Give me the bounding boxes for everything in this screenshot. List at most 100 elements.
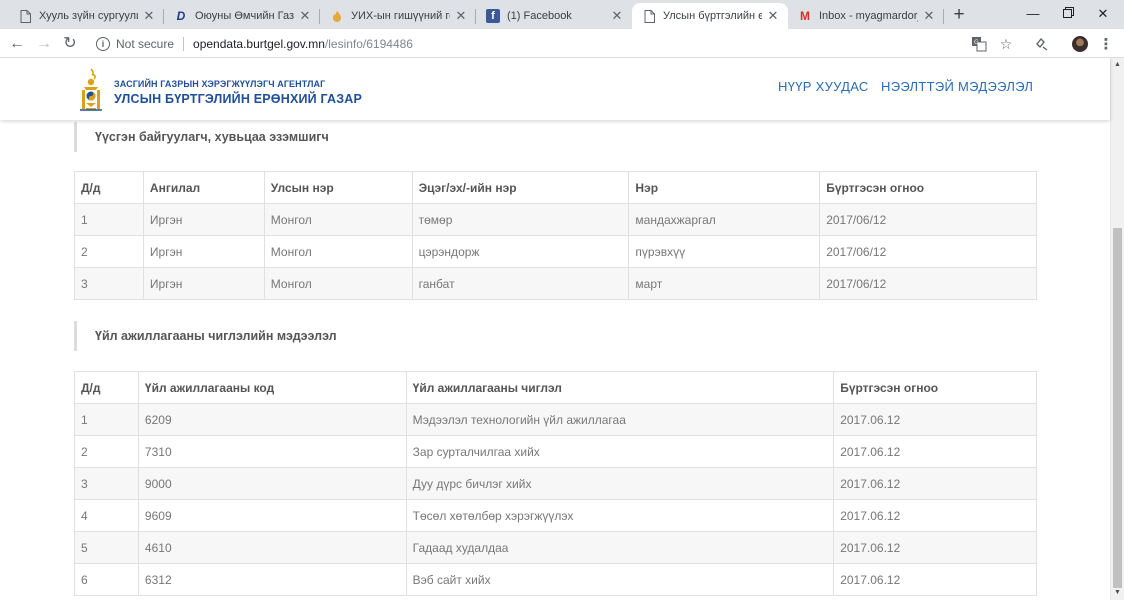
table-cell: март [628,267,821,300]
table-cell: 9000 [137,467,407,500]
browser-tab[interactable]: f (1) Facebook ✕ [476,3,632,29]
table-header-row: Д/д Ангилал Улсын нэр Эцэг/эх/-ийн нэр Н… [74,171,1037,204]
table-cell: 2017.06.12 [833,403,1037,436]
table-cell: 5 [74,531,139,564]
browser-tab[interactable]: УИХ-ын гишүүний гор ✕ [320,3,476,29]
column-header: Д/д [74,171,144,204]
table-cell: 4 [74,499,139,532]
table-cell: 2 [74,235,144,268]
close-tab-icon[interactable]: ✕ [142,8,156,24]
table-cell: 2017.06.12 [833,499,1037,532]
close-tab-icon[interactable]: ✕ [298,8,312,24]
org-name: УЛСЫН БҮРТГЭЛИЙН ЕРӨНХИЙ ГАЗАР [114,92,363,106]
table-cell: Вэб сайт хийх [405,563,835,596]
table-cell: мандахжаргал [628,203,821,236]
table-cell: 2017.06.12 [833,435,1037,468]
browser-tab[interactable]: D Оюуны Өмчийн Газар ✕ [164,3,320,29]
forward-icon[interactable]: → [33,33,55,55]
document-icon [18,9,32,23]
table-header-row: Д/д Үйл ажиллагааны код Үйл ажиллагааны … [74,371,1037,404]
close-tab-icon[interactable]: ✕ [766,8,780,24]
soyombo-logo-icon[interactable] [78,68,104,112]
table-row: 1 Иргэн Монгол төмөр мандахжаргал 2017/0… [74,203,1037,236]
table-cell: 1 [74,203,144,236]
close-tab-icon[interactable]: ✕ [610,8,624,24]
browser-tab[interactable]: M Inbox - myagmardorj9 ✕ [788,3,944,29]
reload-icon[interactable]: ↻ [59,33,81,55]
browser-toolbar: ← → ↻ i Not secure opendata.burtgel.gov.… [0,29,1124,58]
browser-tab-strip: Хууль зүйн сургуулийн ✕ D Оюуны Өмчийн Г… [0,0,1124,29]
minimize-icon[interactable]: — [1022,4,1044,24]
activities-section-title: Үйл ажиллагааны чиглэлийн мэдээлэл [74,321,337,351]
page-viewport: ЗАСГИЙН ГАЗРЫН ХЭРЭГЖҮҮЛЭГЧ АГЕНТЛАГ УЛС… [0,58,1124,600]
bookmark-star-icon[interactable]: ☆ [997,35,1015,53]
table-row: 2 Иргэн Монгол цэрэндорж пүрэвхүү 2017/0… [74,235,1037,268]
table-cell: Монгол [263,235,413,268]
table-cell: Мэдээлэл технологийн үйл ажиллагаа [405,403,835,436]
close-tab-icon[interactable]: ✕ [922,8,936,24]
table-cell: Дуу дүрс бичлэг хийх [405,467,835,500]
column-header: Нэр [628,171,821,204]
menu-kebab-icon[interactable]: ⋮ [1097,35,1115,53]
restore-icon[interactable] [1057,4,1079,24]
profile-avatar-icon[interactable] [1071,35,1089,53]
scroll-down-icon[interactable]: ▼ [1111,586,1124,600]
table-row: 5 4610 Гадаад худалдаа 2017.06.12 [74,531,1037,564]
table-cell: 2 [74,435,139,468]
nav-home-link[interactable]: НҮҮР ХУУДАС [778,79,869,94]
browser-tab-active[interactable]: Улсын бүртгэлийн ер ✕ [632,3,788,29]
table-cell: Монгол [263,203,413,236]
nav-open-data-link[interactable]: НЭЭЛТТЭЙ МЭДЭЭЛЭЛ [881,79,1033,94]
extension-icon[interactable] [1033,35,1051,53]
scrollbar-thumb[interactable] [1113,228,1122,588]
column-header: Д/д [74,371,139,404]
table-cell: Төсөл хөтөлбөр хэрэгжүүлэх [405,499,835,532]
table-cell: 6209 [137,403,407,436]
new-tab-icon[interactable]: + [948,4,970,26]
column-header: Бүртгэсэн огноо [819,171,1037,204]
column-header: Улсын нэр [263,171,413,204]
table-row: 3 9000 Дуу дүрс бичлэг хийх 2017.06.12 [74,467,1037,500]
table-cell: төмөр [411,203,630,236]
table-row: 2 7310 Зар сурталчилгаа хийх 2017.06.12 [74,435,1037,468]
column-header: Бүртгэсэн огноо [833,371,1037,404]
table-cell: цэрэндорж [411,235,630,268]
site-header: ЗАСГИЙН ГАЗРЫН ХЭРЭГЖҮҮЛЭГЧ АГЕНТЛАГ УЛС… [0,58,1110,120]
flame-icon [330,9,344,23]
table-cell: 3 [74,267,144,300]
table-cell: 2017/06/12 [819,235,1037,268]
table-cell: Иргэн [142,203,265,236]
table-cell: 4610 [137,531,407,564]
scroll-up-icon[interactable]: ▲ [1111,58,1124,72]
table-cell: 6312 [137,563,407,596]
activities-table: Д/д Үйл ажиллагааны код Үйл ажиллагааны … [74,371,1037,596]
table-cell: 9609 [137,499,407,532]
browser-tab[interactable]: Хууль зүйн сургуулийн ✕ [8,3,164,29]
table-cell: 7310 [137,435,407,468]
gmail-icon: M [800,9,810,23]
back-icon[interactable]: ← [6,33,28,55]
table-cell: 6 [74,563,139,596]
founders-table: Д/д Ангилал Улсын нэр Эцэг/эх/-ийн нэр Н… [74,171,1037,300]
table-cell: Иргэн [142,267,265,300]
table-cell: Гадаад худалдаа [405,531,835,564]
table-cell: 2017.06.12 [833,563,1037,596]
translate-icon[interactable]: G [970,35,988,53]
column-header: Ангилал [142,171,265,204]
table-cell: 1 [74,403,139,436]
oyu-icon: D [176,9,186,23]
page-scrollbar[interactable]: ▲ ▼ [1110,58,1124,600]
table-row: 3 Иргэн Монгол ганбат март 2017/06/12 [74,267,1037,300]
org-parent-name: ЗАСГИЙН ГАЗРЫН ХЭРЭГЖҮҮЛЭГЧ АГЕНТЛАГ [114,79,326,89]
address-bar[interactable]: i Not secure opendata.burtgel.gov.mn/les… [86,32,962,55]
table-cell: Зар сурталчилгаа хийх [405,435,835,468]
table-cell: 2017.06.12 [833,467,1037,500]
table-row: 4 9609 Төсөл хөтөлбөр хэрэгжүүлэх 2017.0… [74,499,1037,532]
close-tab-icon[interactable]: ✕ [454,8,468,24]
table-cell: ганбат [411,267,630,300]
table-row: 1 6209 Мэдээлэл технологийн үйл ажиллага… [74,403,1037,436]
svg-text:G: G [974,39,979,46]
table-cell: Иргэн [142,235,265,268]
close-window-icon[interactable]: ✕ [1092,4,1114,24]
info-icon[interactable]: i [96,36,110,51]
